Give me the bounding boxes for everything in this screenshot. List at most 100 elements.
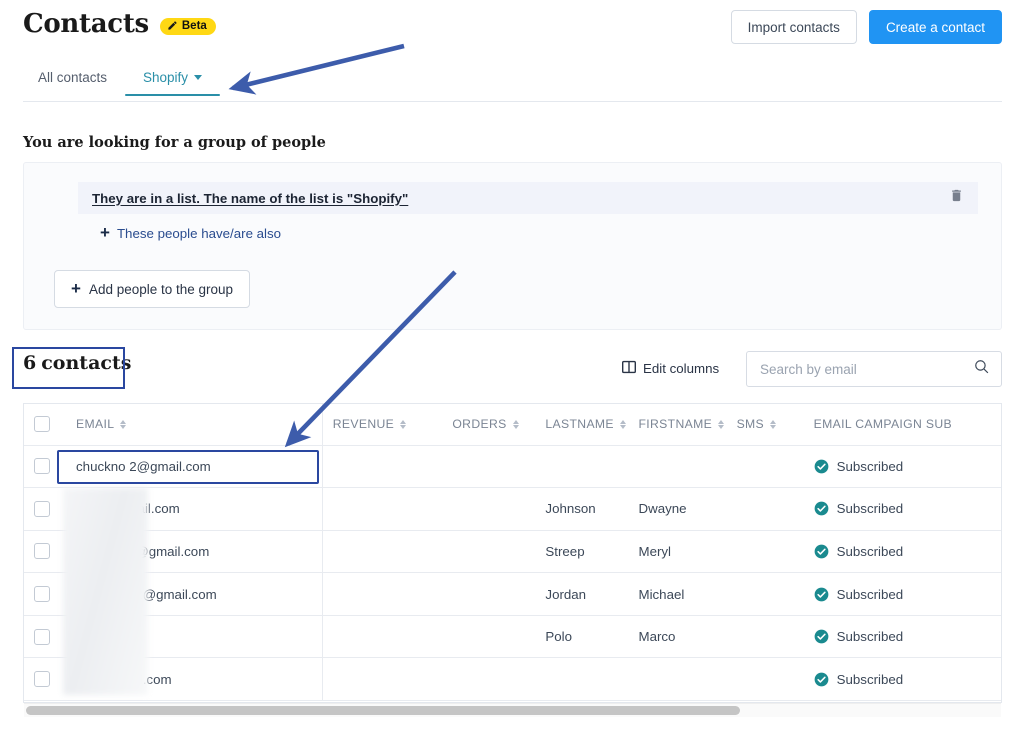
column-header-sms[interactable]: SMS [727, 404, 804, 445]
import-contacts-button[interactable]: Import contacts [731, 10, 857, 44]
column-header-lastname-label: LASTNAME [545, 417, 614, 431]
contacts-table: EMAIL REVENUE ORDERS LASTNAME FIRSTNAME … [23, 403, 1002, 703]
sort-icon[interactable] [400, 420, 406, 429]
status-badge: Subscribed [837, 544, 904, 559]
column-header-email[interactable]: EMAIL [66, 404, 322, 445]
contacts-count-number: 6 [23, 352, 36, 374]
table-row[interactable]: n29348282@gmail.comJordanMichaelSubscrib… [24, 573, 1002, 616]
cell-orders [442, 445, 535, 488]
scrollbar-thumb[interactable] [26, 706, 740, 715]
select-all-checkbox[interactable] [34, 416, 50, 432]
edit-columns-label: Edit columns [643, 361, 719, 376]
column-header-orders-label: ORDERS [452, 417, 506, 431]
column-header-orders[interactable]: ORDERS [442, 404, 535, 445]
chevron-down-icon [194, 75, 202, 80]
row-select-cell [24, 488, 66, 531]
search-box[interactable] [746, 351, 1002, 387]
filter-row: They are in a list. The name of the list… [78, 182, 978, 214]
add-people-button[interactable]: + Add people to the group [54, 270, 250, 308]
row-checkbox[interactable] [34, 629, 50, 645]
column-header-revenue[interactable]: REVENUE [322, 404, 442, 445]
cell-revenue [322, 445, 442, 488]
cell-email: 4@fastmail.com [66, 658, 322, 701]
table-row[interactable]: mail.comPoloMarcoSubscribed [24, 615, 1002, 658]
table-row[interactable]: 0823@gmail.com JohnsonDwayne Subscribed [24, 488, 1002, 531]
cell-orders [442, 658, 535, 701]
title-wrap: Contacts Beta [23, 9, 216, 39]
sort-icon[interactable] [718, 420, 724, 429]
add-condition-link[interactable]: + These people have/are also [100, 225, 281, 242]
sort-icon[interactable] [770, 420, 776, 429]
cell-orders [442, 573, 535, 616]
add-condition-label: These people have/are also [117, 226, 281, 241]
cell-firstname: Dwayne [629, 488, 727, 531]
table-row[interactable]: chuckno 2@gmail.com Subscribed [24, 445, 1002, 488]
plus-icon: + [71, 280, 81, 297]
cell-sms [727, 445, 804, 488]
cell-email-campaign-status: Subscribed [804, 615, 1002, 658]
sort-icon[interactable] [620, 420, 626, 429]
cell-revenue [322, 615, 442, 658]
cell-email: chuckno 2@gmail.com [66, 445, 322, 488]
cell-sms [727, 615, 804, 658]
status-badge: Subscribed [837, 587, 904, 602]
cell-sms [727, 530, 804, 573]
sort-icon[interactable] [120, 420, 126, 429]
cell-revenue [322, 573, 442, 616]
create-contact-button[interactable]: Create a contact [869, 10, 1002, 44]
row-select-cell [24, 573, 66, 616]
cell-firstname: Michael [629, 573, 727, 616]
cell-email-campaign-status: Subscribed [804, 573, 1002, 616]
filter-condition-text[interactable]: They are in a list. The name of the list… [92, 191, 408, 206]
row-checkbox[interactable] [34, 501, 50, 517]
select-all-header [24, 404, 66, 445]
status-badge: Subscribed [837, 629, 904, 644]
cell-email-campaign-status: Subscribed [804, 445, 1002, 488]
row-select-cell [24, 530, 66, 573]
table-row[interactable]: 4@fastmail.com Subscribed [24, 658, 1002, 701]
tab-all-contacts[interactable]: All contacts [23, 70, 125, 95]
page-title: Contacts [23, 9, 149, 39]
group-builder-card: They are in a list. The name of the list… [23, 162, 1002, 330]
column-header-lastname[interactable]: LASTNAME [535, 404, 628, 445]
search-input[interactable] [758, 361, 973, 378]
search-icon[interactable] [973, 358, 990, 380]
sort-icon[interactable] [513, 420, 519, 429]
add-people-label: Add people to the group [89, 282, 233, 297]
cell-email-campaign-status: Subscribed [804, 488, 1002, 531]
row-checkbox[interactable] [34, 671, 50, 687]
row-checkbox[interactable] [34, 586, 50, 602]
contacts-count: 6contacts [23, 352, 131, 374]
row-checkbox[interactable] [34, 458, 50, 474]
status-badge: Subscribed [837, 459, 904, 474]
cell-email-campaign-status: Subscribed [804, 658, 1002, 701]
tab-bar: All contacts Shopify [23, 70, 1002, 102]
status-badge: Beta [160, 18, 216, 35]
cell-email-campaign-status: Subscribed [804, 530, 1002, 573]
status-badge: Subscribed [837, 672, 904, 687]
column-header-email-label: EMAIL [76, 417, 114, 431]
cell-email: mail.com [66, 615, 322, 658]
row-checkbox[interactable] [34, 543, 50, 559]
cell-sms [727, 488, 804, 531]
edit-columns-button[interactable]: Edit columns [622, 360, 719, 377]
horizontal-scrollbar[interactable] [24, 703, 1001, 717]
cell-lastname: Johnson [535, 488, 628, 531]
tab-shopify-label: Shopify [143, 70, 188, 85]
cell-firstname: Meryl [629, 530, 727, 573]
column-header-email-campaign[interactable]: EMAIL CAMPAIGN SUB [804, 404, 1002, 445]
cell-orders [442, 530, 535, 573]
table-row[interactable]: 38038023@gmail.comStreepMerylSubscribed [24, 530, 1002, 573]
tab-all-contacts-label: All contacts [38, 70, 107, 85]
cell-email: 0823@gmail.com [66, 488, 322, 531]
tab-shopify[interactable]: Shopify [125, 70, 220, 95]
column-header-firstname[interactable]: FIRSTNAME [629, 404, 727, 445]
cell-lastname: Polo [535, 615, 628, 658]
row-select-cell [24, 445, 66, 488]
row-select-cell [24, 658, 66, 701]
cell-lastname: Jordan [535, 573, 628, 616]
pencil-icon [167, 20, 178, 31]
header-actions: Import contacts Create a contact [731, 10, 1002, 44]
cell-firstname [629, 658, 727, 701]
trash-icon[interactable] [949, 187, 964, 209]
